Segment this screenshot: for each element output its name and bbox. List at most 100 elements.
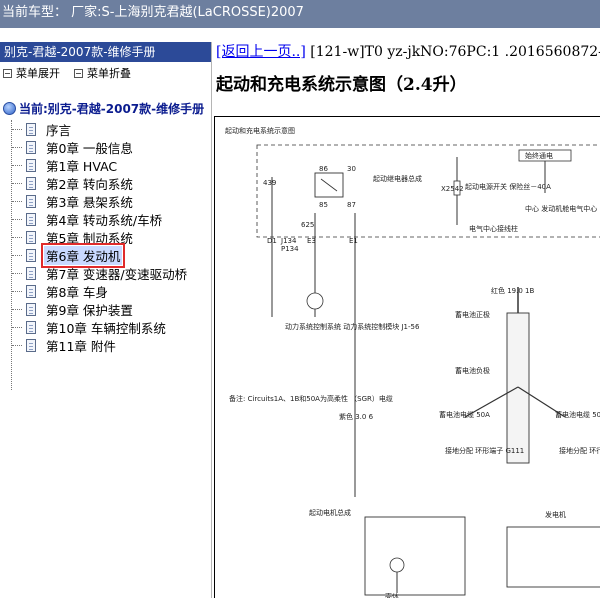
starter-label: 起动电机总成 bbox=[309, 508, 351, 517]
window-title-bar: 当前车型： 厂家:S-上海别克君越(LaCROSSE)2007 bbox=[0, 0, 600, 28]
cable-50b-label: 蓄电池电缆 50B bbox=[555, 410, 600, 419]
wiring-diagram-svg: 起动和充电系统示意图 始终通电 起动继电器总成 86 30 85 87 X254… bbox=[225, 126, 600, 598]
document-icon bbox=[26, 302, 36, 316]
tree-branch bbox=[12, 236, 22, 238]
cable-50a-label: 蓄电池电缆 50A bbox=[439, 410, 490, 419]
tree-item-label: 第3章 悬架系统 bbox=[46, 194, 133, 210]
tree-item-preface[interactable]: 序言 bbox=[12, 120, 73, 138]
tree-branch bbox=[12, 290, 22, 292]
tree-item-label: 第6章 发动机 bbox=[40, 242, 126, 268]
ground2-label: 接地分配 环行端子 G102 bbox=[559, 446, 600, 455]
generator-label: 发电机 bbox=[545, 510, 566, 519]
tree-item-label: 第9章 保护装置 bbox=[46, 302, 133, 318]
expand-menu-button[interactable]: 菜单展开 bbox=[3, 65, 60, 81]
document-icon bbox=[26, 266, 36, 280]
tree-root[interactable]: 当前:别克-君越-2007款-维修手册 bbox=[3, 100, 204, 117]
top-gap bbox=[0, 28, 600, 42]
window-title: 当前车型： 厂家:S-上海别克君越(LaCROSSE)2007 bbox=[2, 5, 304, 20]
tree-item-chapter-4[interactable]: 第4章 转动系统/车桥 bbox=[12, 210, 164, 228]
engine-module-label: 动力系统控制系统 动力系统控制模块 J1-56 bbox=[285, 322, 420, 331]
tree-item-chapter-0[interactable]: 第0章 一般信息 bbox=[12, 138, 135, 156]
expand-menu-label: 菜单展开 bbox=[16, 67, 60, 80]
tree-branch bbox=[12, 218, 22, 220]
conn-p134: P134 bbox=[281, 245, 299, 253]
tree-item-label: 第11章 附件 bbox=[46, 338, 116, 354]
tree-item-label: 第5章 制动系统 bbox=[46, 230, 133, 246]
tree-branch bbox=[12, 254, 22, 256]
tree-item-chapter-7[interactable]: 第7章 变速器/变速驱动桥 bbox=[12, 264, 189, 282]
document-icon bbox=[26, 176, 36, 190]
document-icon bbox=[26, 212, 36, 226]
tree-branch bbox=[12, 200, 22, 202]
globe-icon bbox=[3, 102, 16, 115]
tree-branch bbox=[12, 182, 22, 184]
tree-item-label: 第4章 转动系统/车桥 bbox=[46, 212, 163, 228]
cable-red-label: 红色 19.0 1B bbox=[491, 286, 534, 295]
fuse-label: 起动电源开关 保险丝－40A bbox=[465, 182, 551, 191]
diagram-note: 备注: Circuits1A、1B和50A为高柔性 （SGR）电缆 bbox=[229, 394, 393, 403]
tree-item-label: 第0章 一般信息 bbox=[46, 140, 133, 156]
tree-item-label: 第1章 HVAC bbox=[46, 158, 118, 174]
tree-branch bbox=[12, 146, 22, 148]
wire-439-label: 439 bbox=[263, 179, 276, 187]
relay-label: 起动继电器总成 bbox=[373, 174, 422, 183]
pin-87: 87 bbox=[347, 201, 356, 209]
generator-box bbox=[506, 526, 600, 588]
tree-item-label: 序言 bbox=[46, 122, 72, 138]
tree-root-label: 当前:别克-君越-2007款-维修手册 bbox=[19, 102, 205, 116]
sidebar: 别克-君越-2007款-维修手册 菜单展开 菜单折叠 当前:别克-君越-2007… bbox=[0, 42, 212, 598]
module-symbol bbox=[306, 292, 324, 310]
tree-item-label: 第7章 变速器/变速驱动桥 bbox=[46, 266, 188, 282]
gen-center-label: 中心 发动机舱电气中心 bbox=[525, 204, 597, 213]
ground-block-label: 电气中心接线柱 bbox=[469, 224, 518, 233]
pin-85: 85 bbox=[319, 201, 328, 209]
pin-86: 86 bbox=[319, 165, 328, 173]
document-meta: [121-w]T0 yz-jkNO:76PC:1 .2016560872--- bbox=[305, 44, 600, 60]
sidebar-header: 别克-君越-2007款-维修手册 bbox=[0, 42, 211, 62]
content-topline: [返回上一页..] [121-w]T0 yz-jkNO:76PC:1 .2016… bbox=[214, 42, 600, 62]
tree-item-label: 第8章 车身 bbox=[46, 284, 108, 300]
ground1-label: 接地分配 环形端子 G111 bbox=[445, 446, 524, 455]
sidebar-toolbar: 菜单展开 菜单折叠 bbox=[0, 62, 211, 84]
document-icon bbox=[26, 320, 36, 334]
document-icon bbox=[26, 248, 36, 262]
tree-item-chapter-9[interactable]: 第9章 保护装置 bbox=[12, 300, 135, 318]
document-icon bbox=[26, 284, 36, 298]
collapse-menu-label: 菜单折叠 bbox=[87, 67, 131, 80]
collapse-icon bbox=[74, 68, 83, 78]
tree-item-label: 第10章 车辆控制系统 bbox=[46, 320, 166, 336]
pin-30: 30 bbox=[347, 165, 356, 173]
tree-item-chapter-6[interactable]: 第6章 发动机 bbox=[12, 242, 126, 268]
tree-item-chapter-5[interactable]: 第5章 制动系统 bbox=[12, 228, 135, 246]
tree-branch bbox=[12, 128, 22, 130]
starter-box bbox=[364, 516, 466, 596]
conn-j134: J134 bbox=[280, 237, 297, 245]
tree-branch bbox=[12, 326, 22, 328]
document-icon bbox=[26, 230, 36, 244]
tree-branch bbox=[12, 272, 22, 274]
starter-motor bbox=[389, 557, 405, 573]
tree-branch bbox=[12, 308, 22, 310]
document-icon bbox=[26, 140, 36, 154]
tree-branch bbox=[12, 344, 22, 346]
tree-item-label: 第2章 转向系统 bbox=[46, 176, 133, 192]
hot-label: 始终通电 bbox=[525, 151, 553, 160]
collapse-menu-button[interactable]: 菜单折叠 bbox=[74, 65, 131, 81]
document-icon bbox=[26, 122, 36, 136]
back-link[interactable]: [返回上一页..] bbox=[216, 44, 306, 60]
tree-item-chapter-1[interactable]: 第1章 HVAC bbox=[12, 156, 119, 174]
fuse-id: X2542 bbox=[441, 185, 464, 193]
tree-branch bbox=[12, 164, 22, 166]
tree-item-chapter-2[interactable]: 第2章 转向系统 bbox=[12, 174, 135, 192]
cable-purple-label: 紫色 3.0 6 bbox=[339, 412, 374, 421]
diagram-heading: 起动和充电系统示意图 bbox=[225, 126, 295, 135]
tree-item-chapter-11[interactable]: 第11章 附件 bbox=[12, 336, 118, 354]
battery bbox=[506, 312, 530, 464]
tree-item-chapter-10[interactable]: 第10章 车辆控制系统 bbox=[12, 318, 168, 336]
content-pane: [返回上一页..] [121-w]T0 yz-jkNO:76PC:1 .2016… bbox=[214, 42, 600, 598]
conn-e3: E3 bbox=[307, 237, 316, 245]
chassis-label: 壳体 bbox=[385, 592, 399, 598]
document-icon bbox=[26, 338, 36, 352]
tree-item-chapter-8[interactable]: 第8章 车身 bbox=[12, 282, 110, 300]
tree-item-chapter-3[interactable]: 第3章 悬架系统 bbox=[12, 192, 135, 210]
